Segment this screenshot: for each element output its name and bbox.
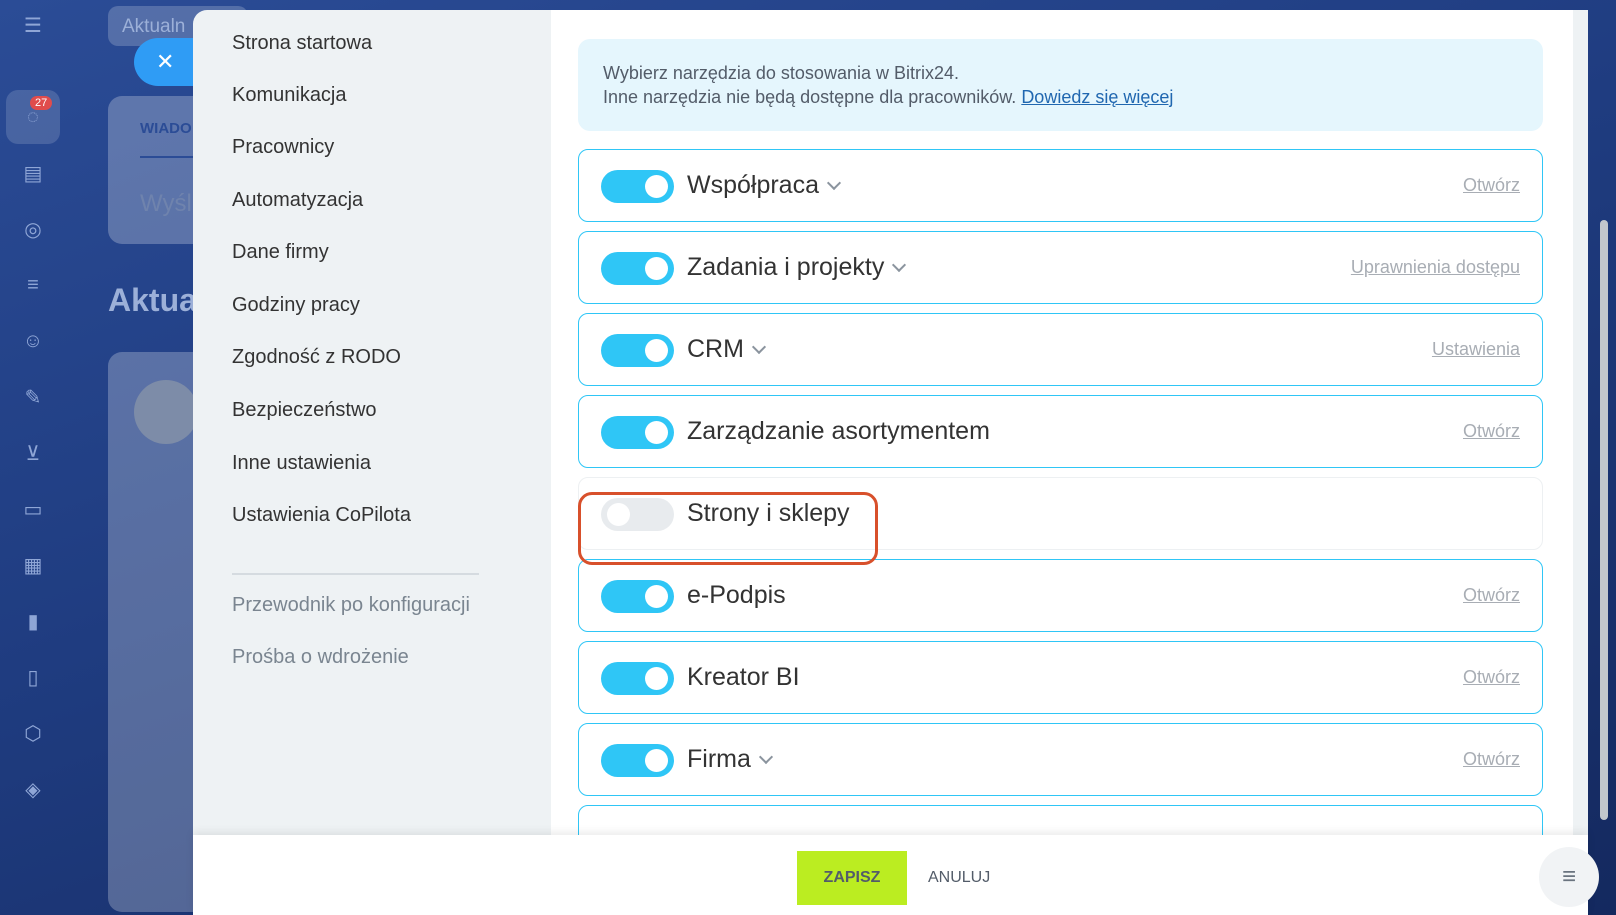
footer-bar: ZAPISZ ANULUJ ≡ <box>193 835 1599 915</box>
tool-name-label: Zadania i projekty <box>687 253 885 281</box>
toggle-knob <box>645 585 668 608</box>
tool-row: Zadania i projekty Uprawnienia dostępu <box>578 231 1543 304</box>
tool-action-link[interactable]: Ustawienia <box>1432 339 1520 360</box>
cube-icon[interactable]: ◈ <box>18 774 48 804</box>
tool-row: CRM Ustawienia <box>578 313 1543 386</box>
nav-item-other-settings[interactable]: Inne ustawienia <box>232 452 371 475</box>
nav-item-automation[interactable]: Automatyzacja <box>232 189 363 212</box>
tool-action-link[interactable]: Otwórz <box>1463 585 1520 606</box>
background-heading: Aktua <box>108 282 197 318</box>
left-rail: ☰ ◌ 27 ▤ ◎ ≡ ☺ ✎ ⊻ ▭ ▦ ▮ ▯ ⬡ ◈ <box>0 0 66 915</box>
settings-panel: Strona startowa Komunikacja Pracownicy A… <box>193 10 1588 915</box>
nav-item-employees[interactable]: Pracownicy <box>232 136 334 159</box>
menu-fab[interactable]: ≡ <box>1539 847 1599 907</box>
close-icon: ✕ <box>156 49 175 74</box>
tool-row: Kreator BI Otwórz <box>578 641 1543 714</box>
toggle-knob <box>645 667 668 690</box>
chevron-down-icon[interactable] <box>892 257 907 272</box>
calendar-icon[interactable]: ▦ <box>18 550 48 580</box>
toggle-knob <box>645 749 668 772</box>
toggle-knob <box>645 257 668 280</box>
background-card-text: Wyśl <box>140 190 192 217</box>
tool-name-label: CRM <box>687 335 744 363</box>
tool-action-link[interactable]: Otwórz <box>1463 667 1520 688</box>
tool-name: Kreator BI <box>687 663 800 692</box>
nav-item-home[interactable]: Strona startowa <box>232 32 372 55</box>
nav-item-working-hours[interactable]: Godziny pracy <box>232 294 360 317</box>
document-icon[interactable]: ▯ <box>18 662 48 692</box>
tool-name[interactable]: Zadania i projekty <box>687 253 907 282</box>
info-line-1: Wybierz narzędzia do stosowania w Bitrix… <box>603 63 959 83</box>
tool-toggle[interactable] <box>601 252 674 285</box>
tool-name: e-Podpis <box>687 581 786 610</box>
tool-name-label: Współpraca <box>687 171 819 199</box>
tool-name-label: Firma <box>687 745 751 773</box>
settings-nav: Strona startowa Komunikacja Pracownicy A… <box>193 10 551 915</box>
tool-action-link[interactable]: Otwórz <box>1463 421 1520 442</box>
list-icon: ≡ <box>1561 863 1576 890</box>
tool-row: Zarządzanie asortymentem Otwórz <box>578 395 1543 468</box>
tool-row: Firma Otwórz <box>578 723 1543 796</box>
scrollbar[interactable] <box>1600 220 1608 820</box>
nav-item-setup-guide[interactable]: Przewodnik po konfiguracji <box>232 594 470 617</box>
info-line-2-text: Inne narzędzia nie będą dostępne dla pra… <box>603 87 1017 107</box>
tool-name-label: e-Podpis <box>687 581 786 609</box>
info-line-2: Inne narzędzia nie będą dostępne dla pra… <box>603 85 1518 109</box>
info-box: Wybierz narzędzia do stosowania w Bitrix… <box>578 39 1543 131</box>
chevron-down-icon[interactable] <box>758 749 773 764</box>
nav-item-security[interactable]: Bezpieczeństwo <box>232 399 377 422</box>
chart-icon[interactable]: ▮ <box>18 606 48 636</box>
save-button[interactable]: ZAPISZ <box>797 851 907 905</box>
tool-name-label: Kreator BI <box>687 663 800 691</box>
pen-icon[interactable]: ✎ <box>18 382 48 412</box>
toggle-knob <box>645 175 668 198</box>
cart-icon[interactable]: ⊻ <box>18 438 48 468</box>
nav-item-communication[interactable]: Komunikacja <box>232 84 347 107</box>
nav-item-copilot-settings[interactable]: Ustawienia CoPilota <box>232 504 411 527</box>
chevron-down-icon[interactable] <box>751 339 767 354</box>
chevron-down-icon[interactable] <box>826 175 842 190</box>
toggle-knob <box>645 339 668 362</box>
close-button[interactable]: ✕ <box>134 38 194 86</box>
tool-action-link[interactable]: Otwórz <box>1463 175 1520 196</box>
tool-toggle[interactable] <box>601 334 674 367</box>
target-icon[interactable]: ◎ <box>18 214 48 244</box>
menu-icon[interactable]: ☰ <box>18 10 48 40</box>
tool-toggle[interactable] <box>601 744 674 777</box>
nav-divider <box>232 573 479 575</box>
nav-item-company-data[interactable]: Dane firmy <box>232 241 329 264</box>
tool-toggle[interactable] <box>601 170 674 203</box>
tool-toggle[interactable] <box>601 662 674 695</box>
tool-row: Współpraca Otwórz <box>578 149 1543 222</box>
tool-toggle[interactable] <box>601 580 674 613</box>
highlight-annotation <box>578 492 878 565</box>
avatar <box>134 380 198 444</box>
tool-row: e-Podpis Otwórz <box>578 559 1543 632</box>
nav-item-gdpr[interactable]: Zgodność z RODO <box>232 346 401 369</box>
background-tab: WIADO <box>140 120 192 137</box>
hexagon-icon[interactable]: ⬡ <box>18 718 48 748</box>
tool-name-label: Zarządzanie asortymentem <box>687 417 990 445</box>
store-icon[interactable]: ▭ <box>18 494 48 524</box>
funnel-icon[interactable]: ≡ <box>18 270 48 300</box>
tool-action-link[interactable]: Otwórz <box>1463 749 1520 770</box>
notification-badge: 27 <box>30 96 53 110</box>
learn-more-link[interactable]: Dowiedz się więcej <box>1021 87 1173 107</box>
tool-name: Zarządzanie asortymentem <box>687 417 990 446</box>
robot-icon[interactable]: ☺ <box>18 326 48 356</box>
tools-content: Wybierz narzędzia do stosowania w Bitrix… <box>551 10 1573 915</box>
tool-name[interactable]: Firma <box>687 745 773 774</box>
background-tab-underline <box>140 156 200 158</box>
tool-name[interactable]: Współpraca <box>687 171 842 200</box>
tool-toggle[interactable] <box>601 416 674 449</box>
nav-item-implementation-request[interactable]: Prośba o wdrożenie <box>232 646 409 669</box>
cancel-button[interactable]: ANULUJ <box>928 851 990 905</box>
contact-card-icon[interactable]: ▤ <box>18 158 48 188</box>
toggle-knob <box>645 421 668 444</box>
tool-action-link[interactable]: Uprawnienia dostępu <box>1351 257 1520 278</box>
tool-name[interactable]: CRM <box>687 335 767 364</box>
